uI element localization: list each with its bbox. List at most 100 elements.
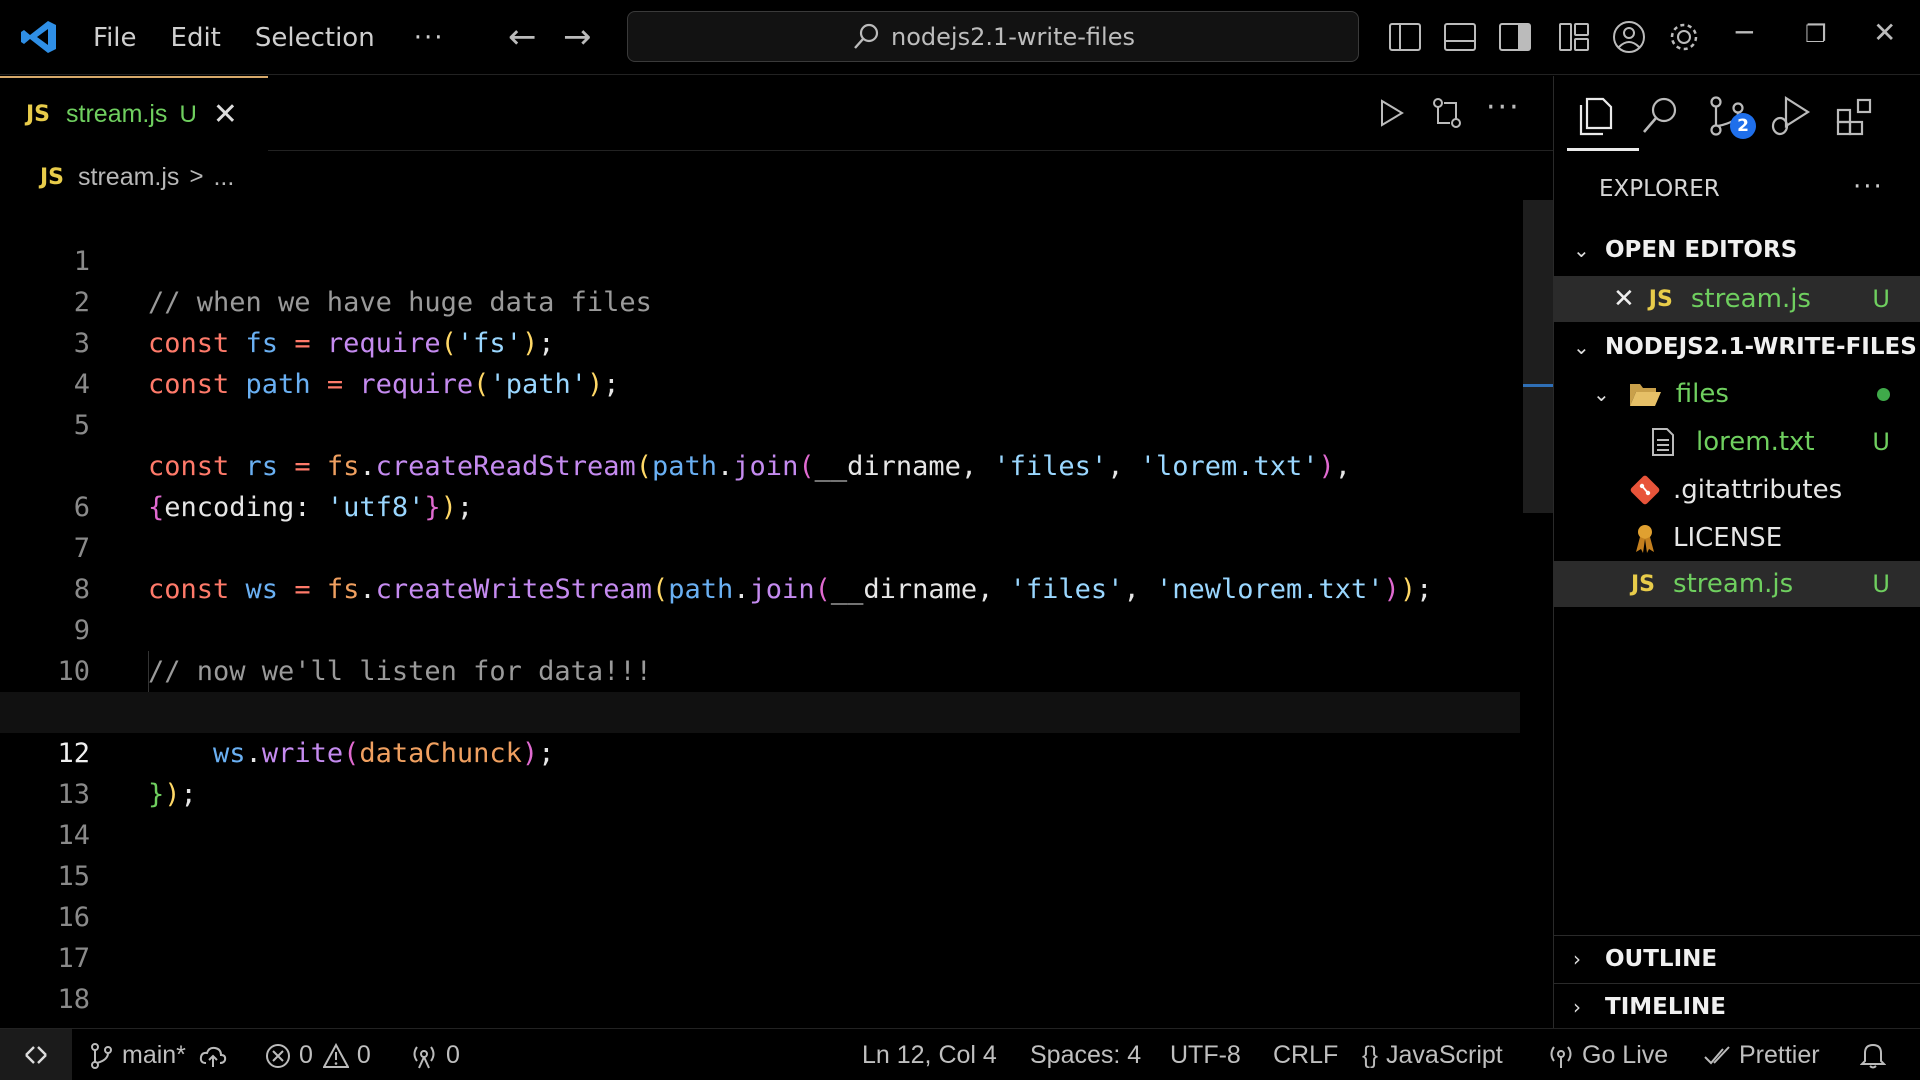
remote-indicator[interactable]: [0, 1029, 72, 1080]
tab-label: stream.js: [66, 100, 168, 128]
cloud-sync-icon: [199, 1046, 227, 1067]
editor-scrollbar[interactable]: [1523, 200, 1553, 513]
code-line: 17: [0, 897, 1520, 974]
language-mode[interactable]: {} JavaScript: [1362, 1041, 1503, 1070]
explorer-more-icon[interactable]: ···: [1853, 172, 1884, 202]
toggle-panel-icon[interactable]: [1442, 18, 1478, 56]
close-window-icon[interactable]: ✕: [1873, 16, 1896, 49]
settings-gear-icon[interactable]: [1666, 18, 1702, 56]
customize-layout-icon[interactable]: [1556, 18, 1592, 56]
code-editor[interactable]: 1 // when we have huge data files 2 cons…: [0, 200, 1553, 1056]
account-icon[interactable]: [1611, 18, 1647, 56]
vscode-logo-icon[interactable]: [20, 18, 58, 56]
error-icon: [266, 1043, 290, 1068]
tab-untracked-status: U: [179, 100, 197, 128]
problems-indicator[interactable]: 0 0: [265, 1041, 371, 1070]
warning-icon: [322, 1042, 349, 1068]
code-line: 19: [0, 979, 1520, 1056]
menu-edit[interactable]: Edit: [154, 23, 238, 53]
explorer-files-icon[interactable]: [1573, 94, 1617, 138]
tab-stream-js[interactable]: JS stream.js U ✕: [0, 76, 268, 151]
section-divider: [1553, 935, 1920, 936]
open-editors-label: OPEN EDITORS: [1605, 237, 1798, 263]
tree-file-stream-js[interactable]: JS stream.js U: [1553, 561, 1920, 607]
toggle-secondary-sidebar-icon[interactable]: [1497, 18, 1533, 56]
chevron-down-icon: ⌄: [1573, 238, 1590, 262]
code-line: 14: [0, 774, 1520, 851]
branch-name: main*: [122, 1041, 186, 1069]
search-view-icon[interactable]: [1638, 94, 1682, 138]
command-center-search[interactable]: nodejs2.1-write-files: [627, 11, 1359, 62]
branch-indicator[interactable]: main*: [88, 1041, 236, 1070]
text-file-icon: [1652, 428, 1674, 456]
tree-file-license[interactable]: LICENSE: [1553, 515, 1920, 561]
open-editors-section[interactable]: ⌄ OPEN EDITORS: [1553, 228, 1920, 272]
timeline-label: TIMELINE: [1605, 994, 1727, 1020]
chevron-right-icon: ›: [1573, 995, 1581, 1019]
js-file-icon: JS: [1631, 571, 1656, 597]
close-editor-icon[interactable]: ✕: [1613, 284, 1635, 314]
code-line: 6: [0, 446, 1520, 523]
project-label: NODEJS2.1-WRITE-FILES: [1605, 334, 1917, 360]
menu-file[interactable]: File: [76, 23, 154, 53]
modified-dot-icon: [1877, 387, 1890, 401]
license-ribbon-icon: [1636, 525, 1654, 553]
project-section[interactable]: ⌄ NODEJS2.1-WRITE-FILES: [1553, 325, 1920, 369]
outline-label: OUTLINE: [1605, 946, 1718, 972]
breadcrumb-symbols[interactable]: ...: [213, 163, 234, 192]
go-live-button[interactable]: Go Live: [1548, 1041, 1668, 1070]
untracked-status: U: [1872, 428, 1890, 456]
restore-icon[interactable]: ❐: [1805, 20, 1827, 48]
error-count: 0: [299, 1041, 313, 1069]
title-bar: File Edit Selection ··· ← → nodejs2.1-wr…: [0, 0, 1920, 75]
outline-section[interactable]: › OUTLINE: [1553, 937, 1920, 981]
folder-open-icon: [1629, 384, 1661, 406]
untracked-status: U: [1872, 570, 1890, 598]
language-label: JavaScript: [1386, 1041, 1503, 1069]
code-line: 16: [0, 856, 1520, 933]
toggle-primary-sidebar-icon[interactable]: [1387, 18, 1423, 56]
code-line: 5 const rs = fs.createReadStream(path.jo…: [0, 364, 1520, 482]
code-line: 3 const path = require('path');: [0, 282, 1520, 400]
file-label: LICENSE: [1673, 523, 1783, 553]
double-check-icon: [1704, 1045, 1730, 1064]
open-editor-label: stream.js: [1690, 284, 1811, 314]
timeline-section[interactable]: › TIMELINE: [1553, 985, 1920, 1029]
more-actions-icon[interactable]: ···: [1486, 90, 1521, 125]
tree-folder-files[interactable]: ⌄ files: [1553, 371, 1920, 417]
indentation[interactable]: Spaces: 4: [1030, 1041, 1141, 1070]
minimize-icon[interactable]: ─: [1736, 16, 1753, 49]
prettier-indicator[interactable]: Prettier: [1703, 1041, 1820, 1070]
close-tab-icon[interactable]: ✕: [213, 97, 238, 132]
back-arrow-icon[interactable]: ←: [508, 18, 537, 56]
run-file-icon[interactable]: [1372, 94, 1410, 132]
braces-icon: {}: [1362, 1041, 1379, 1069]
chevron-right-icon: ›: [1573, 947, 1581, 971]
notifications-bell-icon[interactable]: [1860, 1041, 1886, 1069]
ports-count: 0: [446, 1041, 460, 1069]
prettier-label: Prettier: [1739, 1041, 1820, 1069]
ports-indicator[interactable]: 0: [410, 1041, 460, 1070]
warning-count: 0: [356, 1041, 371, 1069]
tree-file-lorem-txt[interactable]: lorem.txt U: [1553, 419, 1920, 465]
cursor-position[interactable]: Ln 12, Col 4: [862, 1041, 997, 1070]
extensions-icon[interactable]: [1834, 94, 1878, 138]
git-file-icon: [1630, 475, 1660, 505]
open-editor-item-stream-js[interactable]: ✕ JS stream.js U: [1553, 276, 1920, 322]
file-label: .gitattributes: [1673, 475, 1843, 505]
tree-file-gitattributes[interactable]: .gitattributes: [1553, 467, 1920, 513]
file-label: lorem.txt: [1696, 427, 1815, 457]
run-and-debug-icon[interactable]: [1768, 94, 1812, 138]
folder-label: files: [1675, 379, 1729, 409]
menu-selection[interactable]: Selection: [238, 23, 392, 53]
editor-tab-bar: JS stream.js U ✕ ···: [0, 76, 1553, 151]
forward-arrow-icon[interactable]: →: [563, 18, 592, 56]
line-ending[interactable]: CRLF: [1273, 1041, 1338, 1070]
git-branch-icon: [91, 1042, 112, 1069]
go-live-label: Go Live: [1582, 1041, 1669, 1069]
encoding[interactable]: UTF-8: [1170, 1041, 1241, 1070]
code-line: 13: [0, 733, 1520, 810]
compare-changes-icon[interactable]: [1428, 94, 1466, 132]
menu-more-icon[interactable]: ···: [392, 23, 467, 53]
breadcrumb-file[interactable]: stream.js: [78, 163, 179, 192]
